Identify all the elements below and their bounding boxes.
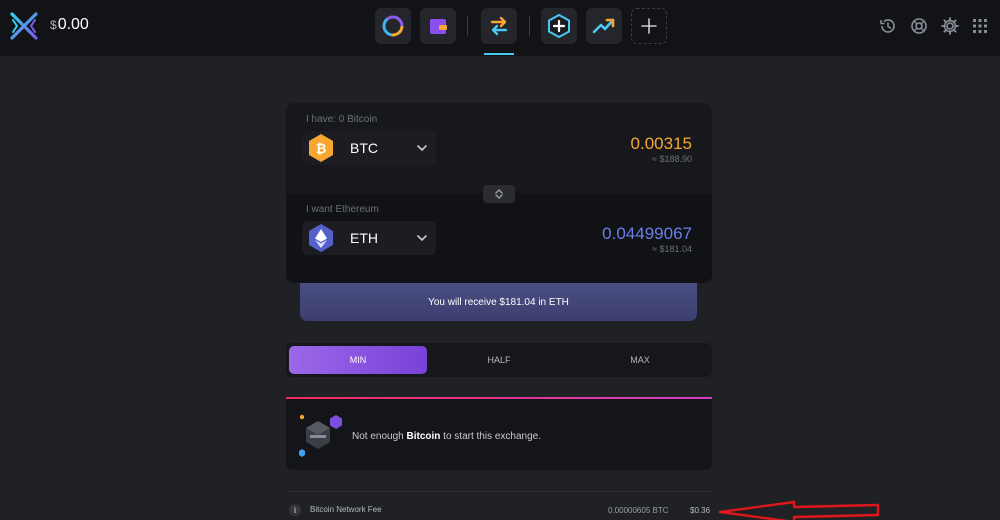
- settings-icon: [941, 17, 959, 35]
- add-icon: [641, 18, 657, 34]
- warning-message: Not enough Bitcoin to start this exchang…: [352, 431, 541, 442]
- balance-currency: $: [50, 18, 57, 32]
- bitcoin-icon: ₿: [309, 134, 333, 162]
- portfolio-balance: $ 0.00: [50, 16, 89, 34]
- fee-label: Bitcoin Network Fee: [310, 505, 382, 514]
- portfolio-ring-icon: [382, 15, 404, 37]
- warning-suffix: to start this exchange.: [440, 431, 542, 442]
- balance-amount: 0.00: [57, 16, 89, 33]
- chevron-down-icon: [417, 145, 427, 152]
- exchange-card: I have: 0 Bitcoin ₿ BTC 0.00315 ≈ $188.9…: [286, 103, 712, 283]
- support-icon: [911, 18, 927, 34]
- apps-icon: [973, 19, 987, 33]
- nav-wallet-button[interactable]: [420, 8, 456, 44]
- ethereum-icon: [309, 224, 333, 252]
- history-icon: [880, 19, 895, 33]
- swap-arrows-icon: [495, 189, 503, 199]
- nav-backup-button[interactable]: [541, 8, 577, 44]
- want-label: I want Ethereum: [306, 204, 379, 215]
- insufficient-funds-card: Not enough Bitcoin to start this exchang…: [286, 397, 712, 470]
- trend-icon: [592, 18, 615, 34]
- warning-prefix: Not enough: [352, 431, 407, 442]
- min-button[interactable]: MIN: [289, 346, 427, 374]
- history-button[interactable]: [877, 15, 899, 37]
- have-label: I have: 0 Bitcoin: [306, 114, 378, 125]
- svg-text:₿: ₿: [316, 142, 327, 157]
- exodus-logo-icon: [10, 12, 38, 40]
- swap-direction-button[interactable]: [483, 185, 515, 203]
- warning-accent-line: [286, 397, 712, 399]
- wallet-icon: [430, 19, 447, 34]
- from-ticker: BTC: [350, 140, 378, 156]
- fee-fiat-amount: $0.36: [690, 506, 711, 515]
- to-fiat-value: ≈ $181.04: [652, 244, 692, 254]
- warning-coin: Bitcoin: [406, 431, 441, 442]
- nav-add-button[interactable]: [631, 8, 667, 44]
- from-coin-select[interactable]: ₿ BTC: [302, 131, 436, 165]
- nav-portfolio-button[interactable]: [375, 8, 411, 44]
- nav-separator: [529, 16, 530, 36]
- from-amount-input[interactable]: 0.00315: [631, 134, 692, 154]
- nav-exchange-button[interactable]: [481, 8, 517, 44]
- top-bar: $ 0.00: [0, 0, 1000, 56]
- support-button[interactable]: [908, 15, 930, 37]
- receive-summary: You will receive $181.04 in ETH: [300, 283, 697, 321]
- amount-presets: MIN HALF MAX: [286, 343, 712, 377]
- network-fee-row: i Bitcoin Network Fee 0.00000605 BTC $0.…: [286, 491, 712, 520]
- exchange-icon: [490, 16, 508, 36]
- settings-button[interactable]: [939, 15, 961, 37]
- to-ticker: ETH: [350, 230, 378, 246]
- empty-wallet-illustration-icon: [299, 414, 342, 457]
- to-coin-select[interactable]: ETH: [302, 221, 436, 255]
- info-icon[interactable]: i: [289, 504, 301, 516]
- active-nav-indicator: [484, 53, 514, 55]
- chevron-down-icon: [417, 235, 427, 242]
- nav-trend-button[interactable]: [586, 8, 622, 44]
- max-button[interactable]: MAX: [571, 346, 709, 374]
- half-button[interactable]: HALF: [430, 346, 568, 374]
- apps-button[interactable]: [969, 15, 991, 37]
- from-fiat-value: ≈ $188.90: [652, 154, 692, 164]
- backup-icon: [548, 13, 570, 39]
- red-annotation-arrow-icon: [718, 500, 880, 520]
- to-amount-input[interactable]: 0.04499067: [602, 224, 692, 244]
- nav-separator: [467, 16, 468, 36]
- fee-crypto-amount: 0.00000605 BTC: [608, 506, 669, 515]
